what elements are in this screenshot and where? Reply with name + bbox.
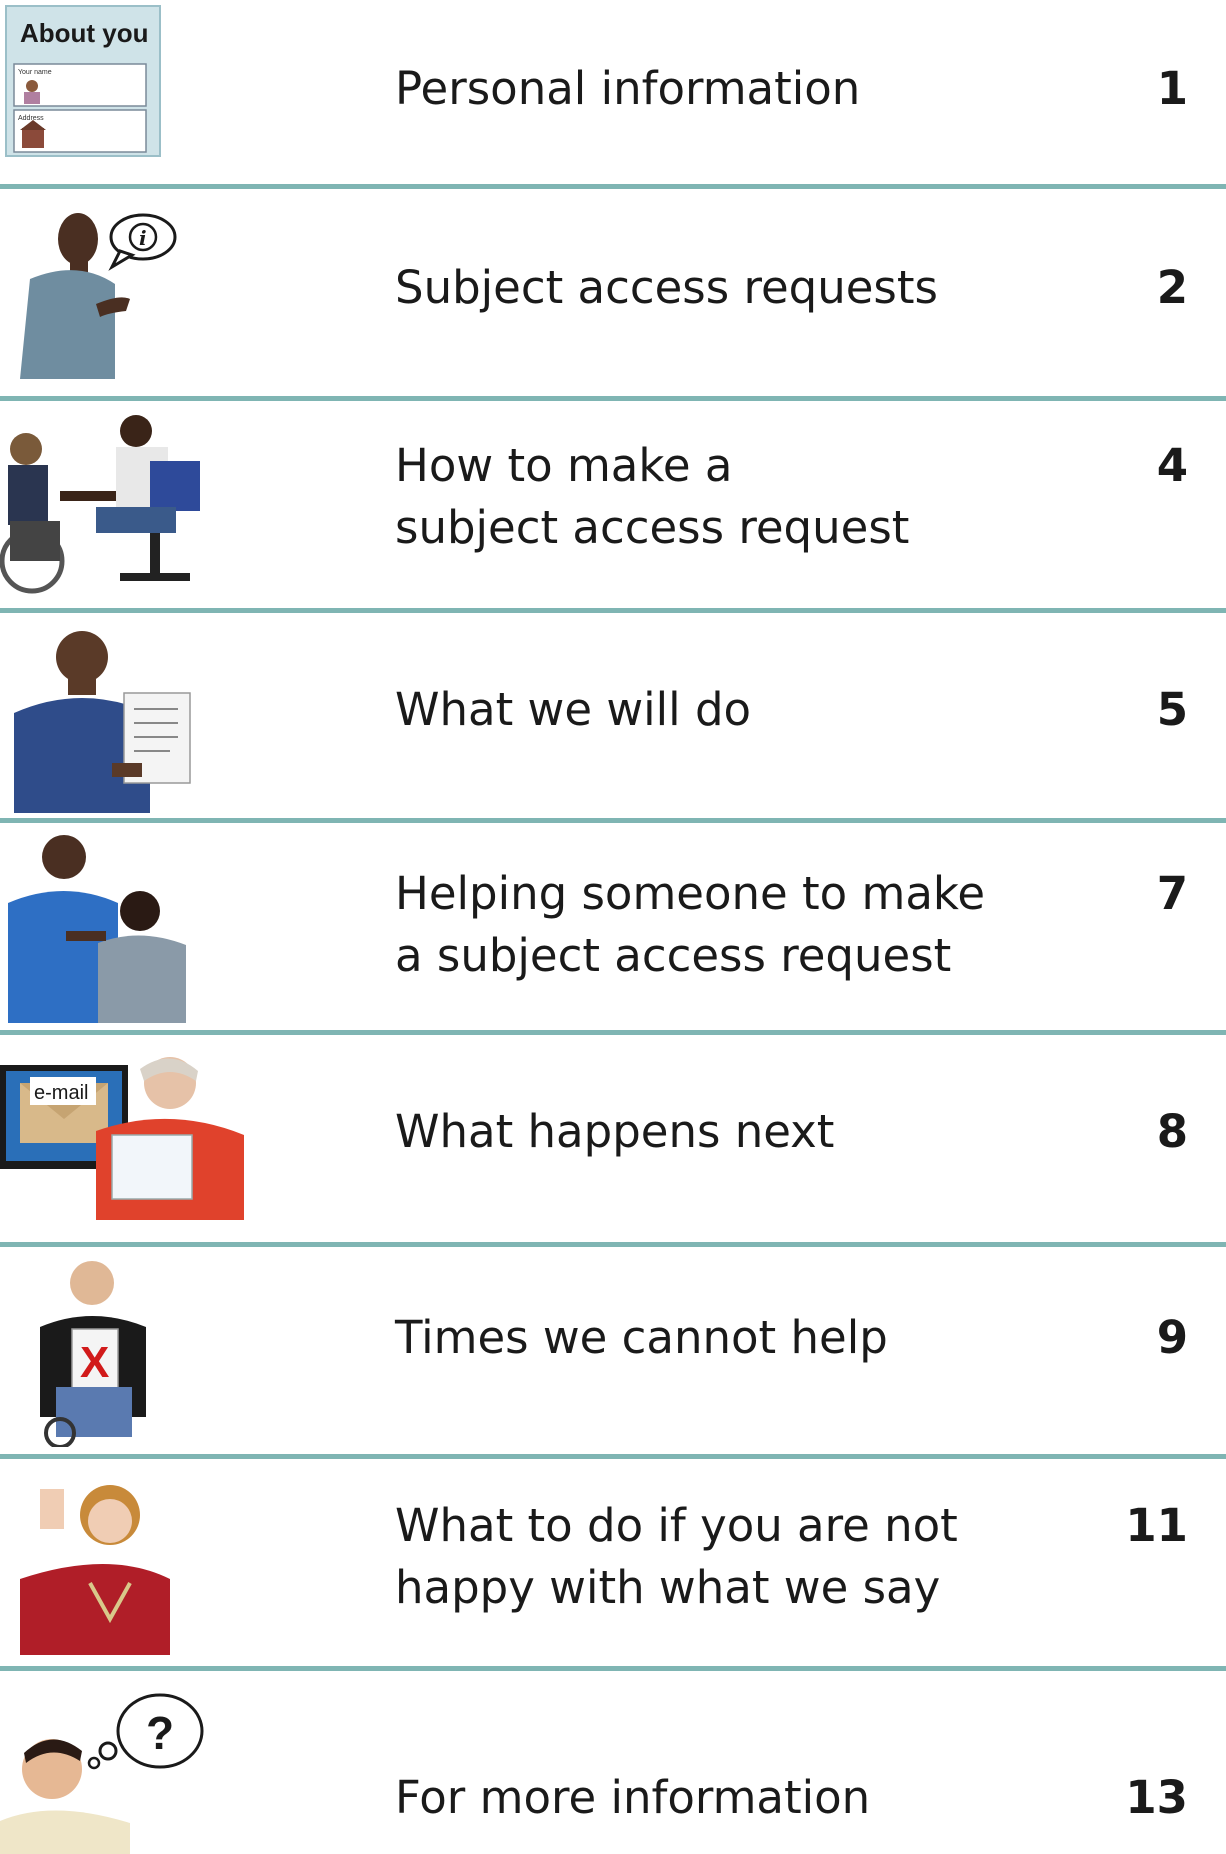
toc-entry-personal-information[interactable]: About you Your name Address Personal inf… <box>0 0 1226 186</box>
toc-entry-helping-someone[interactable]: Helping someone to make a subject access… <box>0 823 1226 1031</box>
man-holding-document-icon <box>14 631 191 813</box>
toc-page-number: 8 <box>1156 1105 1188 1158</box>
two-people-meeting-icon <box>0 415 200 594</box>
toc-title-line-2: happy with what we say <box>395 1561 941 1614</box>
toc-title: Times we cannot help <box>395 1311 888 1364</box>
cross-symbol-text: X <box>80 1338 109 1387</box>
toc-page-number: 4 <box>1156 439 1188 492</box>
helper-with-person-icon <box>8 835 186 1023</box>
toc-page-number: 9 <box>1156 1311 1188 1364</box>
toc-page-number: 2 <box>1156 261 1188 314</box>
toc-title-line-1: Helping someone to make <box>395 867 986 920</box>
form-field-address-label: Address <box>18 115 44 122</box>
table-of-contents: About you Your name Address Personal inf… <box>0 0 1226 1854</box>
toc-title: What we will do <box>395 683 752 736</box>
woman-thumbs-down-icon <box>20 1485 170 1655</box>
toc-page-number: 11 <box>1125 1499 1188 1552</box>
toc-entry-what-we-will-do[interactable]: What we will do 5 <box>0 613 1226 819</box>
toc-entry-more-information[interactable]: ? For more information 13 <box>0 1671 1226 1854</box>
toc-title: Personal information <box>395 62 861 115</box>
toc-page-number: 5 <box>1156 683 1188 736</box>
toc-page-number: 13 <box>1125 1771 1188 1824</box>
toc-entry-what-happens-next[interactable]: e-mail What happens next 8 <box>0 1035 1226 1243</box>
woman-reading-email-icon: e-mail <box>0 1057 244 1220</box>
toc-page-number: 7 <box>1156 867 1188 920</box>
question-mark-text: ? <box>146 1707 174 1759</box>
about-you-form-icon: About you Your name Address <box>5 5 161 157</box>
form-heading-text: About you <box>20 18 149 48</box>
toc-title-line-1: How to make a <box>395 439 733 492</box>
toc-entry-times-we-cannot-help[interactable]: X Times we cannot help 9 <box>0 1247 1226 1455</box>
toc-title: Subject access requests <box>395 261 938 314</box>
toc-title-line-1: What to do if you are not <box>395 1499 958 1552</box>
man-thinking-question-icon: ? <box>0 1693 204 1854</box>
toc-page-number: 1 <box>1156 62 1188 115</box>
form-field-name-label: Your name <box>18 69 52 76</box>
man-speaking-info-icon: i <box>20 213 177 379</box>
toc-title: For more information <box>395 1771 871 1824</box>
toc-title-line-2: a subject access request <box>395 929 952 982</box>
toc-title-line-2: subject access request <box>395 501 910 554</box>
info-symbol-text: i <box>139 226 147 250</box>
email-label-text: e-mail <box>34 1082 88 1104</box>
toc-title: What happens next <box>395 1105 835 1158</box>
toc-entry-not-happy[interactable]: What to do if you are not happy with wha… <box>0 1459 1226 1667</box>
toc-entry-how-to-make-request[interactable]: How to make a subject access request 4 <box>0 401 1226 609</box>
toc-entry-subject-access-requests[interactable]: i Subject access requests 2 <box>0 189 1226 397</box>
man-with-cross-sign-icon: X <box>40 1261 146 1447</box>
